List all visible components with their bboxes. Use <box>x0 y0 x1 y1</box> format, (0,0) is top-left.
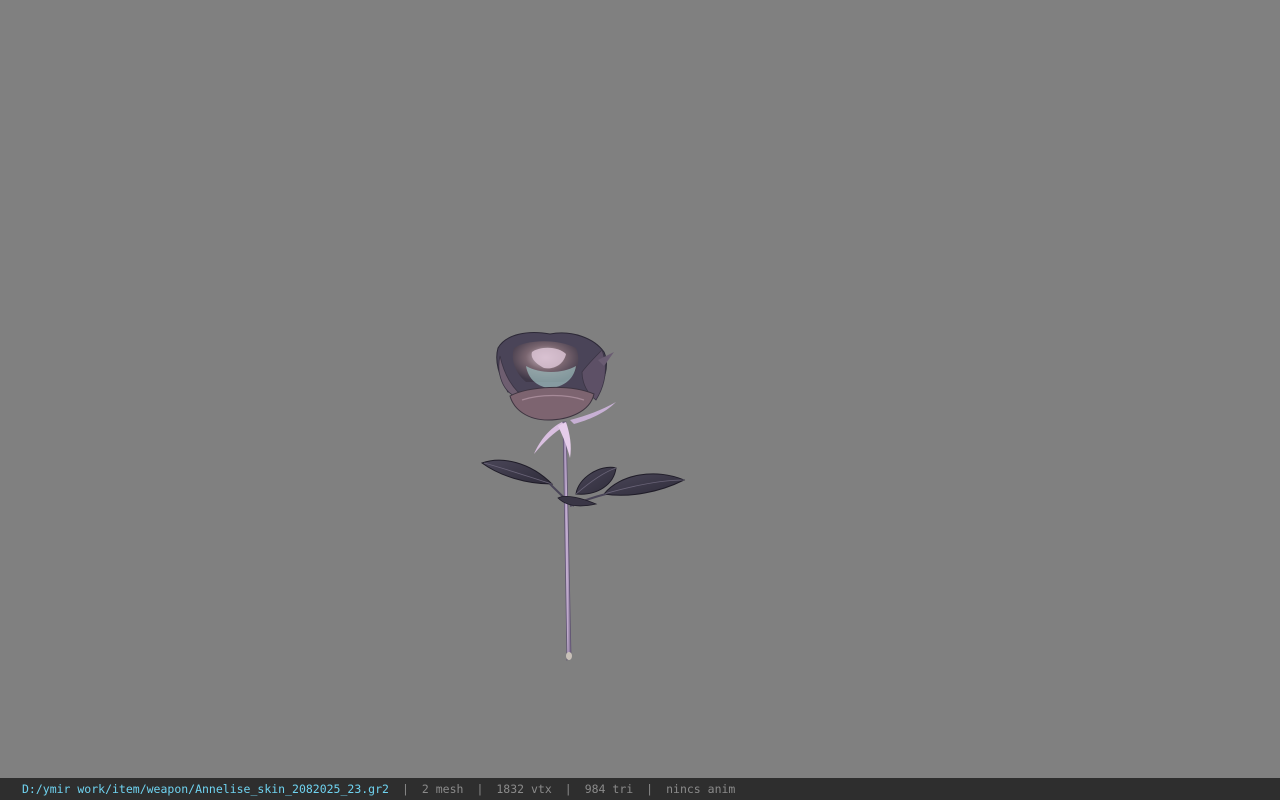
rose-stem <box>562 421 572 661</box>
3d-viewport[interactable] <box>0 0 1280 778</box>
mesh-count: 2 mesh <box>421 782 464 796</box>
separator: | <box>564 782 572 796</box>
file-path-label: D:/ymir work/item/weapon/Annelise_skin_2… <box>22 782 389 796</box>
bloom-petal-front <box>509 387 595 421</box>
separator: | <box>476 782 484 796</box>
rose-model <box>480 332 686 661</box>
separator: | <box>401 782 409 796</box>
triangle-count: 984 tri <box>584 782 634 796</box>
status-bar: D:/ymir work/item/weapon/Annelise_skin_2… <box>0 778 1280 800</box>
separator: | <box>646 782 654 796</box>
animation-status: nincs anim <box>666 782 736 796</box>
stem-end <box>566 652 572 660</box>
vertex-count: 1832 vtx <box>496 782 552 796</box>
